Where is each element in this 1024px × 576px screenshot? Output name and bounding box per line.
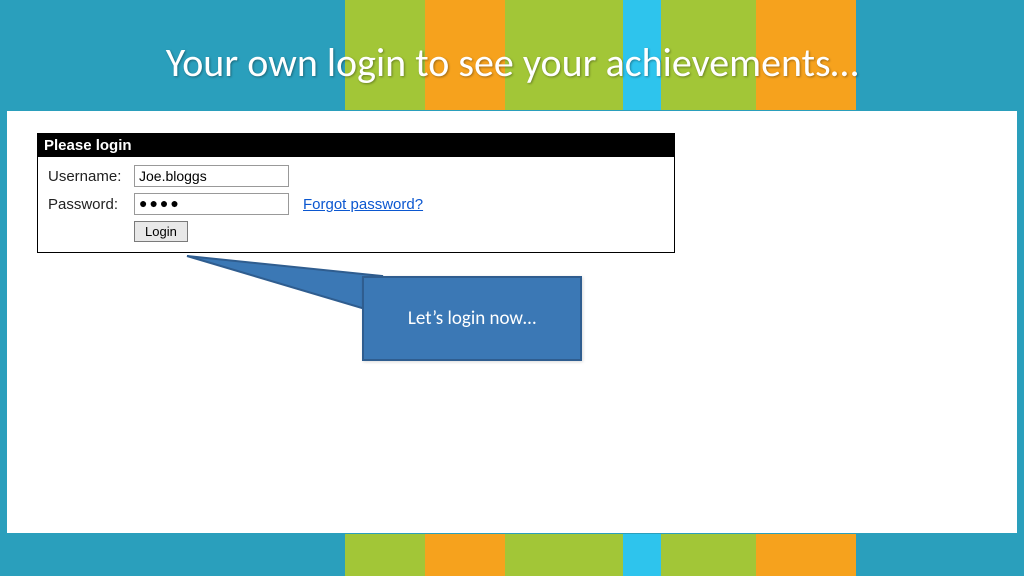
password-label: Password: — [48, 196, 128, 213]
forgot-password-link[interactable]: Forgot password? — [303, 196, 423, 213]
username-label: Username: — [48, 168, 128, 185]
footer-stripes — [0, 534, 1024, 576]
password-input[interactable]: ●●●● — [134, 193, 289, 215]
login-form: Username: Password: ●●●● Forgot password… — [38, 157, 674, 252]
password-row: Password: ●●●● Forgot password? — [48, 193, 664, 215]
username-input[interactable] — [134, 165, 289, 187]
username-row: Username: — [48, 165, 664, 187]
slide-body: Please login Username: Password: ●●●● Fo… — [6, 110, 1018, 534]
login-button[interactable]: Login — [134, 221, 188, 242]
login-panel-header: Please login — [38, 134, 674, 157]
callout-text: Let’s login now… — [408, 307, 536, 330]
slide-title: Your own login to see your achievements… — [0, 38, 1024, 87]
login-panel: Please login Username: Password: ●●●● Fo… — [37, 133, 675, 253]
callout-box: Let’s login now… — [362, 276, 582, 361]
